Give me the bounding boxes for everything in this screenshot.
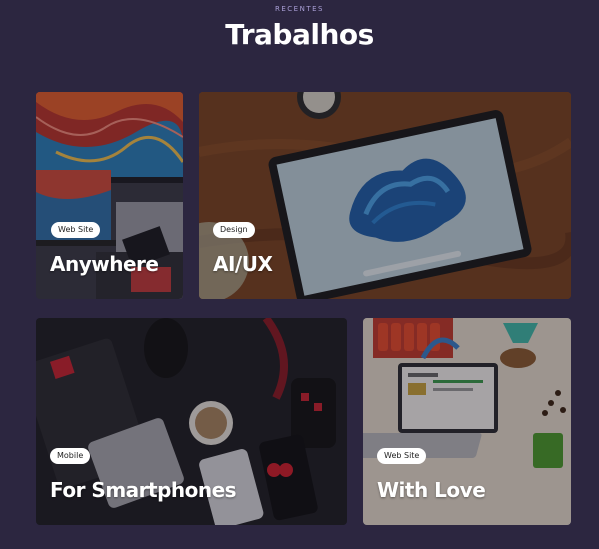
project-card-ai-ux[interactable]: Design AI/UX [199,92,571,299]
project-card-with-love[interactable]: Web Site With Love [363,318,571,525]
project-title: With Love [377,478,486,502]
project-title: AI/UX [213,252,273,276]
category-tag: Web Site [377,448,427,464]
section-title: Trabalhos [225,18,374,51]
section-eyebrow: RECENTES [275,5,324,13]
project-card-anywhere[interactable]: Web Site Anywhere [36,92,183,299]
category-tag: Design [213,222,255,238]
project-title: For Smartphones [50,478,237,502]
category-tag: Mobile [50,448,91,464]
category-tag: Web Site [51,222,101,238]
project-card-for-smartphones[interactable]: Mobile For Smartphones [36,318,347,525]
project-title: Anywhere [50,252,159,276]
